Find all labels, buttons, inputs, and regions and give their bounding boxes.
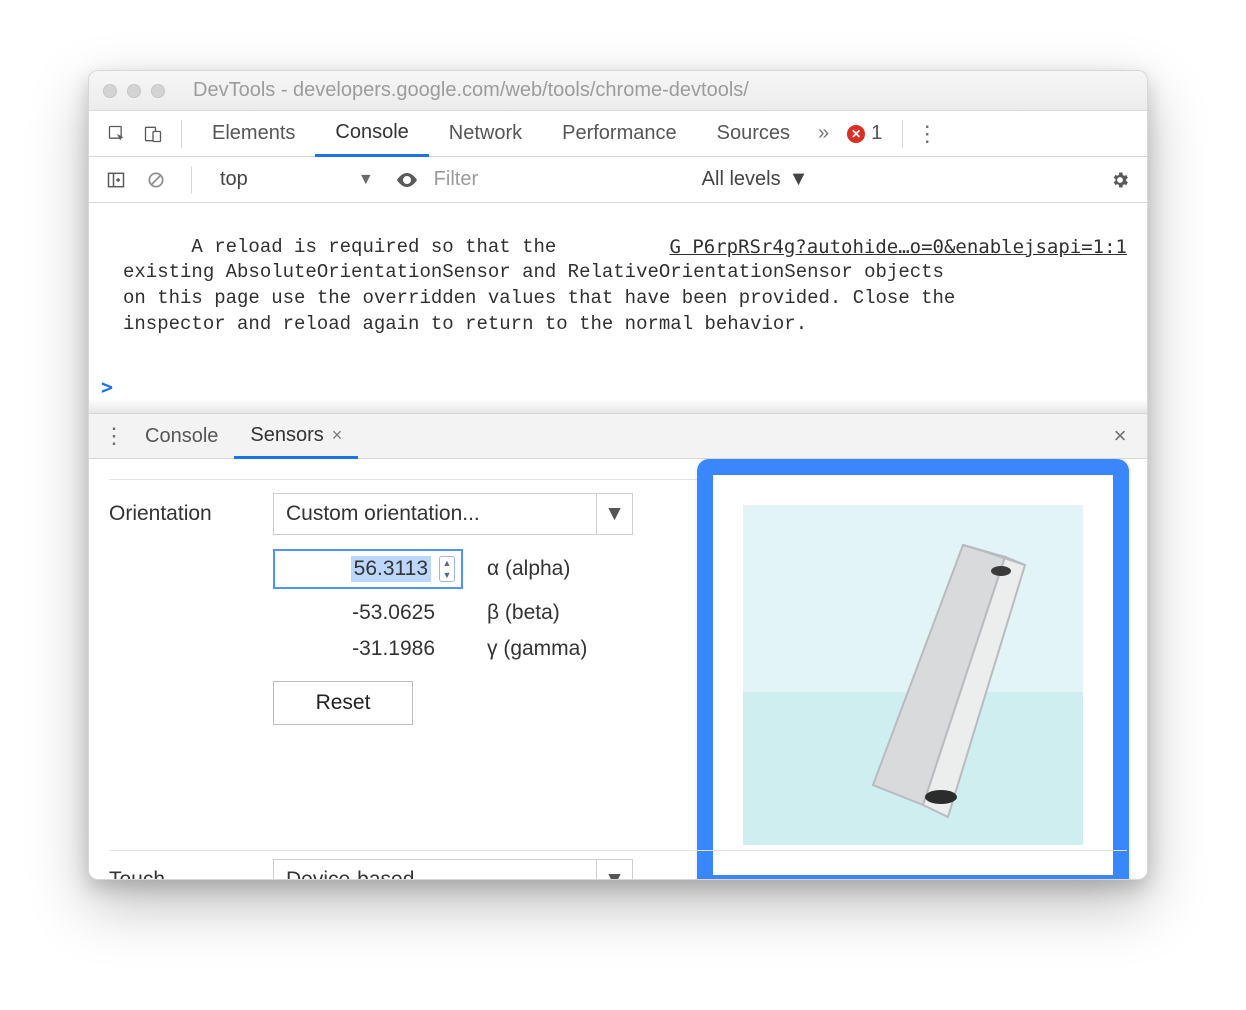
context-value: top xyxy=(220,168,248,191)
touch-select-value: Device-based xyxy=(286,868,414,879)
msg-text: inspector and reload again to return to … xyxy=(123,313,807,335)
toggle-console-sidebar-icon[interactable] xyxy=(101,165,131,195)
error-badge[interactable]: ✕ 1 xyxy=(837,122,892,145)
reset-button[interactable]: Reset xyxy=(273,681,413,725)
levels-label: All levels xyxy=(702,168,781,191)
main-tabbar: Elements Console Network Performance Sou… xyxy=(89,111,1147,157)
minimize-window-button[interactable] xyxy=(127,84,141,98)
tab-sources[interactable]: Sources xyxy=(697,111,810,156)
orientation-preview-highlight xyxy=(697,459,1129,879)
window-title: DevTools - developers.google.com/web/too… xyxy=(189,79,1133,102)
chevron-down-icon: ▼ xyxy=(596,494,632,534)
reset-label: Reset xyxy=(316,691,371,715)
sensors-panel: Orientation Custom orientation... ▼ 56.3… xyxy=(89,459,1147,879)
number-stepper[interactable]: ▲▼ xyxy=(439,556,455,582)
tab-label: Console xyxy=(335,121,408,144)
error-count: 1 xyxy=(871,122,882,145)
msg-text: existing AbsoluteOrientationSensor and R… xyxy=(123,261,944,283)
log-levels-select[interactable]: All levels ▼ xyxy=(702,168,809,191)
inspect-element-icon[interactable] xyxy=(99,116,135,152)
touch-label: Touch xyxy=(109,868,249,879)
divider xyxy=(191,166,192,194)
msg-text: on this page use the overridden values t… xyxy=(123,287,955,309)
orientation-label: Orientation xyxy=(109,502,249,526)
drawer-tab-sensors[interactable]: Sensors × xyxy=(234,415,358,459)
tab-elements[interactable]: Elements xyxy=(192,111,315,156)
chevron-down-icon: ▼ xyxy=(789,168,809,191)
drawer-tab-label: Console xyxy=(145,425,218,448)
divider xyxy=(181,120,182,148)
gamma-label: γ (gamma) xyxy=(487,637,597,661)
clear-console-icon[interactable] xyxy=(141,165,171,195)
orientation-select-value: Custom orientation... xyxy=(286,502,480,526)
console-toolbar: top ▼ All levels ▼ xyxy=(89,157,1147,203)
msg-text: A reload is required so that the xyxy=(191,236,567,258)
drawer-tab-console[interactable]: Console xyxy=(129,414,234,458)
divider xyxy=(902,120,903,148)
tab-performance[interactable]: Performance xyxy=(542,111,697,156)
chevron-down-icon: ▼ xyxy=(358,171,374,189)
devtools-window: DevTools - developers.google.com/web/too… xyxy=(88,70,1148,880)
alpha-label: α (alpha) xyxy=(487,557,597,581)
tabs-overflow-icon[interactable]: » xyxy=(810,122,837,145)
source-link[interactable]: G P6rpRSr4g?autohide…o=0&enablejsapi=1:1 xyxy=(669,235,1127,261)
execution-context-select[interactable]: top ▼ xyxy=(212,168,382,191)
close-window-button[interactable] xyxy=(103,84,117,98)
tab-label: Sources xyxy=(717,122,790,145)
gamma-value[interactable]: -31.1986 xyxy=(273,637,463,661)
toggle-device-toolbar-icon[interactable] xyxy=(135,116,171,152)
alpha-input[interactable]: 56.3113 ▲▼ xyxy=(273,549,463,589)
tab-console[interactable]: Console xyxy=(315,112,428,157)
orientation-preview[interactable] xyxy=(743,505,1083,845)
filter-input[interactable] xyxy=(432,165,692,195)
beta-value[interactable]: -53.0625 xyxy=(273,601,463,625)
tab-label: Performance xyxy=(562,122,677,145)
chevron-down-icon: ▼ xyxy=(596,860,632,879)
drawer-more-icon[interactable]: ⋮ xyxy=(99,423,129,449)
touch-row: Touch Device-based ▼ xyxy=(109,859,1127,879)
zoom-window-button[interactable] xyxy=(151,84,165,98)
more-menu-icon[interactable]: ⋮ xyxy=(913,121,943,147)
shadow xyxy=(89,399,1147,413)
drawer-tab-label: Sensors xyxy=(250,424,323,447)
divider xyxy=(109,850,1127,851)
console-body: G P6rpRSr4g?autohide…o=0&enablejsapi=1:1… xyxy=(89,203,1147,413)
touch-select[interactable]: Device-based ▼ xyxy=(273,859,633,879)
device-model-icon xyxy=(743,505,1083,845)
tab-network[interactable]: Network xyxy=(429,111,542,156)
prompt-caret-icon: > xyxy=(101,375,113,399)
drawer-tabbar: ⋮ Console Sensors × × xyxy=(89,413,1147,459)
console-prompt[interactable]: > xyxy=(89,369,1147,401)
filter-field[interactable] xyxy=(432,165,692,195)
orientation-select[interactable]: Custom orientation... ▼ xyxy=(273,493,633,535)
tab-label: Network xyxy=(449,122,522,145)
console-settings-icon[interactable] xyxy=(1105,165,1135,195)
tab-label: Elements xyxy=(212,122,295,145)
alpha-value: 56.3113 xyxy=(351,556,431,582)
error-icon: ✕ xyxy=(847,125,865,143)
close-drawer-icon[interactable]: × xyxy=(1103,423,1137,449)
live-expression-icon[interactable] xyxy=(392,165,422,195)
close-tab-icon[interactable]: × xyxy=(332,425,343,446)
console-message: G P6rpRSr4g?autohide…o=0&enablejsapi=1:1… xyxy=(89,203,1147,369)
beta-label: β (beta) xyxy=(487,601,597,625)
traffic-lights xyxy=(103,84,165,98)
titlebar: DevTools - developers.google.com/web/too… xyxy=(89,71,1147,111)
